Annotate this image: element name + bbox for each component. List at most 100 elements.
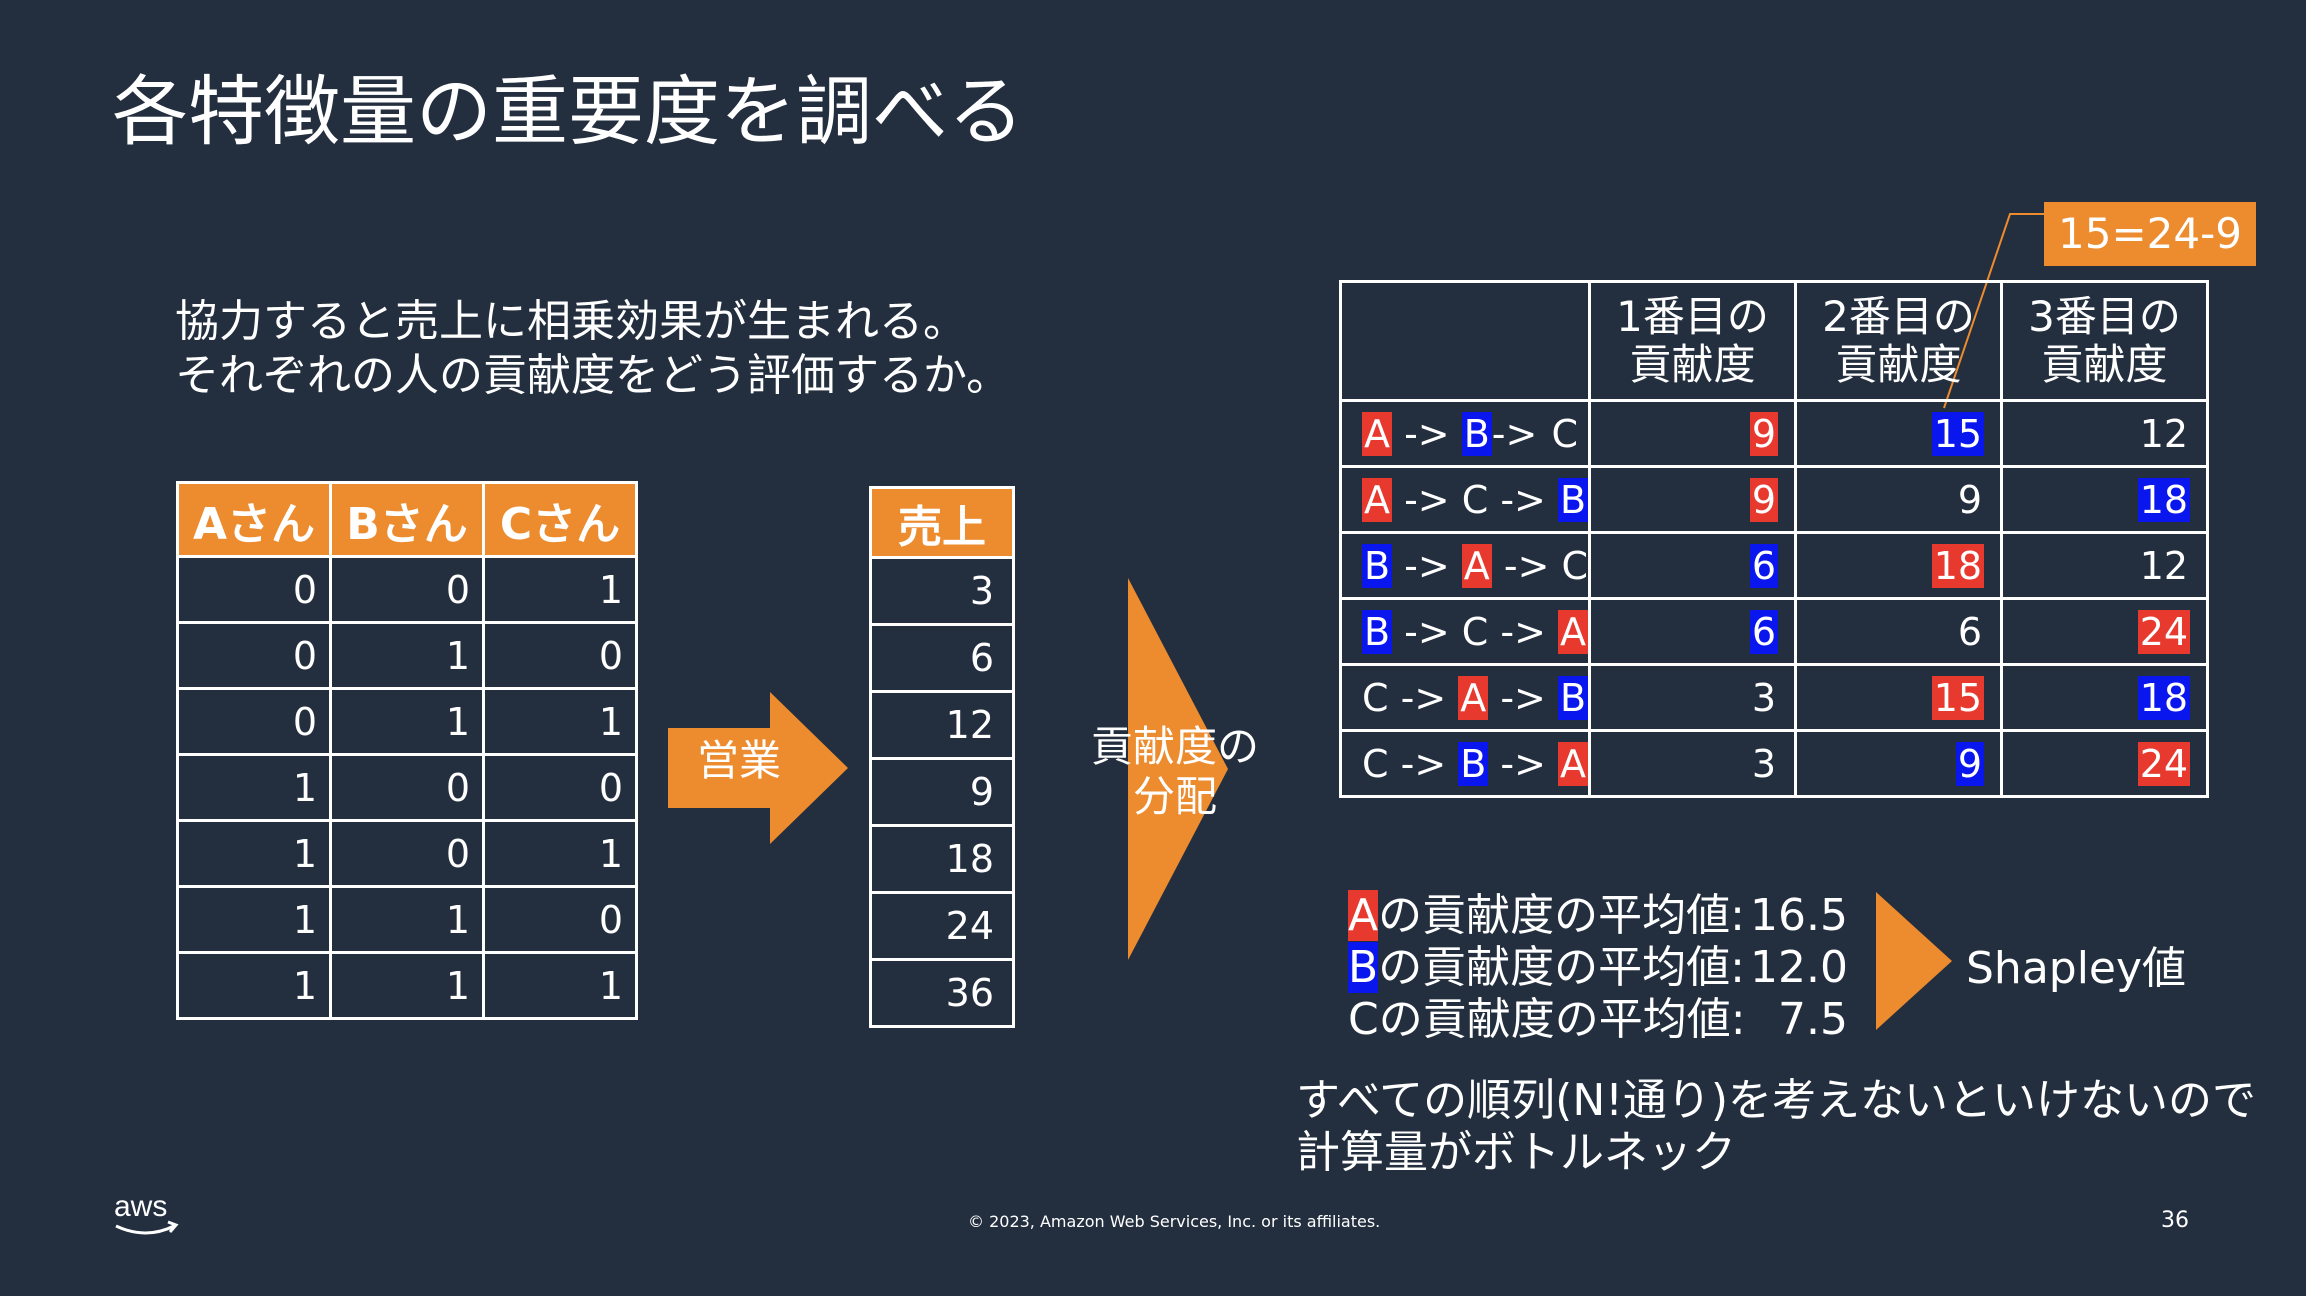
contribution-value: 9 bbox=[1749, 411, 1779, 456]
header-b: Bさん bbox=[329, 481, 485, 558]
input-cell: 1 bbox=[482, 687, 638, 756]
aws-logo-icon: aws bbox=[114, 1190, 179, 1235]
input-cell: 0 bbox=[482, 753, 638, 822]
order-arrow: -> bbox=[1392, 411, 1462, 456]
input-cell: 1 bbox=[329, 621, 485, 690]
averages-block: Aの貢献度の平均値: 16.5 Bの貢献度の平均値: 12.0 Cの貢献度の平均値: 7.… bbox=[1348, 890, 1848, 1046]
average-label-text: の貢献度の平均値: bbox=[1378, 994, 1746, 1045]
average-row: Aの貢献度の平均値: 16.5 bbox=[1348, 890, 1848, 942]
sales-table-row: 12 bbox=[869, 690, 1015, 760]
average-letter: C bbox=[1348, 994, 1379, 1045]
contribution-cell: 24 bbox=[2000, 729, 2210, 798]
contribution-value: 9 bbox=[1957, 477, 1983, 522]
order-cell: C -> A -> B bbox=[1338, 663, 1592, 732]
note-line-1: すべての順列(N!通り)を考えないといけないので bbox=[1296, 1075, 2257, 1126]
average-label-text: の貢献度の平均値: bbox=[1378, 942, 1746, 993]
input-table-row: 100 bbox=[176, 753, 638, 822]
order-arrow: -> C -> bbox=[1392, 477, 1558, 522]
contribution-table: 1番目の 貢献度 2番目の 貢献度 3番目の 貢献度 A -> B-> C 9 15 12 A… bbox=[1338, 280, 2210, 798]
sales-cell: 6 bbox=[869, 623, 1015, 693]
order-cell: C -> B -> A bbox=[1338, 729, 1592, 798]
contribution-row: B -> A -> C 6 18 12 bbox=[1338, 531, 2210, 600]
average-value: 16.5 bbox=[1750, 890, 1848, 941]
sales-table-row: 6 bbox=[869, 623, 1015, 693]
order-arrow: -> C -> bbox=[1392, 609, 1559, 654]
note-text: すべての順列(N!通り)を考えないといけないので 計算量がボトルネック bbox=[1296, 1075, 2256, 1179]
contribution-value: 3 bbox=[1751, 741, 1777, 786]
order-letter-A: A bbox=[1558, 609, 1589, 654]
contribution-value: 24 bbox=[2137, 609, 2191, 654]
input-table: Aさん Bさん Cさん 001010011100101110111 bbox=[176, 481, 638, 1020]
contribution-value: 3 bbox=[1751, 675, 1777, 720]
callout-box: 15=24-9 bbox=[2044, 202, 2256, 266]
average-value: 7.5 bbox=[1778, 994, 1848, 1045]
contribution-cell: 6 bbox=[1588, 597, 1798, 666]
aws-logo: aws bbox=[112, 1190, 182, 1244]
sales-table-row: 18 bbox=[869, 824, 1015, 894]
input-cell: 1 bbox=[329, 951, 485, 1020]
sales-cell: 24 bbox=[869, 891, 1015, 961]
intro-line-1: 協力すると売上に相乗効果が生まれる。 bbox=[175, 296, 967, 347]
input-cell: 1 bbox=[176, 819, 332, 888]
distribute-arrow-label: 貢献度の 分配 bbox=[1085, 722, 1265, 822]
order-letter-B: B bbox=[1557, 477, 1589, 522]
contribution-cell: 12 bbox=[2000, 531, 2210, 600]
sales-table-row: 3 bbox=[869, 556, 1015, 626]
average-label: Bの貢献度の平均値: bbox=[1348, 942, 1745, 994]
contribution-row: A -> C -> B 9 9 18 bbox=[1338, 465, 2210, 534]
header-a: Aさん bbox=[176, 481, 332, 558]
average-letter: A bbox=[1348, 890, 1379, 941]
input-cell: 1 bbox=[482, 555, 638, 624]
distribute-label-line-2: 分配 bbox=[1132, 772, 1217, 821]
contribution-cell: 12 bbox=[2000, 399, 2210, 468]
order-letter-C: C bbox=[1551, 411, 1578, 456]
order-cell: A -> B-> C bbox=[1338, 399, 1592, 468]
input-table-header: Aさん Bさん Cさん bbox=[176, 481, 638, 558]
input-cell: 0 bbox=[329, 753, 485, 822]
contribution-cell: 9 bbox=[1588, 399, 1798, 468]
sales-cell: 36 bbox=[869, 958, 1015, 1028]
contribution-value: 18 bbox=[2137, 477, 2191, 522]
order-letter-B: B bbox=[1458, 741, 1489, 786]
sales-cell: 9 bbox=[869, 757, 1015, 827]
order-arrow: C -> bbox=[1362, 675, 1459, 720]
average-value: 12.0 bbox=[1750, 942, 1848, 993]
order-arrow: C -> bbox=[1362, 741, 1459, 786]
header-second: 2番目の 貢献度 bbox=[1794, 280, 2004, 402]
contribution-value: 15 bbox=[1931, 675, 1985, 720]
input-table-row: 111 bbox=[176, 951, 638, 1020]
page-title: 各特徴量の重要度を調べる bbox=[112, 67, 1024, 156]
input-cell: 0 bbox=[329, 819, 485, 888]
sales-table-row: 24 bbox=[869, 891, 1015, 961]
order-arrow: -> bbox=[1491, 411, 1550, 456]
contribution-value: 6 bbox=[1749, 609, 1779, 654]
page-number: 36 bbox=[2161, 1208, 2189, 1233]
average-label: Aの貢献度の平均値: bbox=[1348, 890, 1745, 942]
contribution-value: 9 bbox=[1749, 477, 1779, 522]
input-table-row: 010 bbox=[176, 621, 638, 690]
sales-table-row: 36 bbox=[869, 958, 1015, 1028]
sales-cell: 3 bbox=[869, 556, 1015, 626]
order-cell: B -> A -> C bbox=[1338, 531, 1592, 600]
contribution-cell: 9 bbox=[1588, 465, 1798, 534]
contribution-row: C -> B -> A 3 9 24 bbox=[1338, 729, 2210, 798]
input-cell: 1 bbox=[482, 819, 638, 888]
contribution-value: 18 bbox=[2137, 675, 2191, 720]
order-letter-B: B bbox=[1362, 609, 1393, 654]
header-third: 3番目の 貢献度 bbox=[2000, 280, 2210, 402]
contribution-cell: 18 bbox=[2000, 663, 2210, 732]
order-letter-A: A bbox=[1461, 543, 1492, 588]
input-cell: 1 bbox=[329, 885, 485, 954]
input-table-row: 110 bbox=[176, 885, 638, 954]
copyright-footer: © 2023, Amazon Web Services, Inc. or its… bbox=[968, 1212, 1381, 1231]
order-arrow: -> bbox=[1488, 741, 1559, 786]
average-row: Cの貢献度の平均値: 7.5 bbox=[1348, 994, 1848, 1046]
input-cell: 1 bbox=[329, 687, 485, 756]
input-cell: 1 bbox=[176, 753, 332, 822]
contribution-cell: 15 bbox=[1794, 663, 2004, 732]
intro-text: 協力すると売上に相乗効果が生まれる。 それぞれの人の貢献度をどう評価するか。 bbox=[175, 295, 1010, 403]
order-arrow: -> bbox=[1392, 543, 1462, 588]
contribution-value: 12 bbox=[2139, 411, 2189, 456]
contribution-value: 18 bbox=[1931, 543, 1985, 588]
contribution-row: B -> C -> A 6 6 24 bbox=[1338, 597, 2210, 666]
